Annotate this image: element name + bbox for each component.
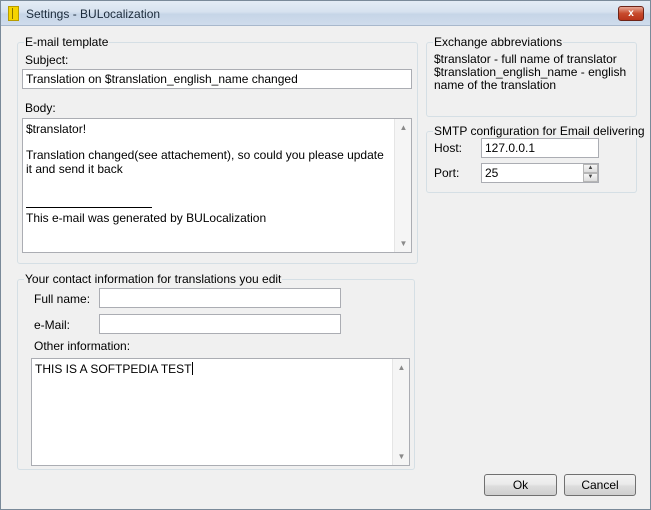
close-button[interactable]: x: [618, 6, 644, 21]
other-info-textarea[interactable]: THIS IS A SOFTPEDIA TEST ▲ ▼: [31, 358, 410, 466]
body-line-1: $translator!: [26, 122, 87, 136]
host-label: Host:: [434, 141, 463, 155]
port-spinner-buttons: ▲ ▼: [583, 164, 598, 182]
settings-window: Settings - BULocalization x E-mail templ…: [0, 0, 651, 510]
body-footer: This e-mail was generated by BULocalizat…: [26, 211, 267, 225]
scroll-down-arrow-icon[interactable]: ▼: [393, 448, 410, 465]
full-name-label: Full name:: [34, 292, 91, 306]
full-name-input[interactable]: [99, 288, 341, 308]
email-input[interactable]: [99, 314, 341, 334]
port-label: Port:: [434, 166, 460, 180]
body-label: Body:: [25, 101, 56, 115]
ok-button[interactable]: Ok: [484, 474, 557, 496]
scroll-down-arrow-icon[interactable]: ▼: [395, 235, 412, 252]
cancel-button[interactable]: Cancel: [564, 474, 636, 496]
contact-group-label: Your contact information for translation…: [24, 272, 283, 286]
subject-input[interactable]: Translation on $translation_english_name…: [22, 69, 412, 89]
host-input[interactable]: 127.0.0.1: [481, 138, 599, 158]
body-line-2: Translation changed(see attachement), so…: [26, 148, 388, 176]
email-label: e-Mail:: [34, 318, 71, 332]
app-icon: [8, 6, 19, 21]
subject-label: Subject:: [25, 53, 69, 67]
email-template-group-label: E-mail template: [24, 35, 110, 49]
other-info-label: Other information:: [34, 339, 131, 353]
body-separator: [26, 207, 152, 208]
scroll-up-arrow-icon[interactable]: ▲: [393, 359, 410, 376]
scroll-up-arrow-icon[interactable]: ▲: [395, 119, 412, 136]
body-textarea[interactable]: $translator! Translation changed(see att…: [22, 118, 412, 253]
port-spinner[interactable]: 25 ▲ ▼: [481, 163, 599, 183]
title-bar[interactable]: Settings - BULocalization x: [1, 1, 650, 26]
port-value: 25: [485, 166, 499, 180]
smtp-group-label: SMTP configuration for Email delivering: [433, 124, 646, 138]
exchange-abbreviations-text: $translator - full name of translator $t…: [434, 52, 627, 92]
spin-up-icon[interactable]: ▲: [583, 164, 598, 173]
spin-down-icon[interactable]: ▼: [583, 173, 598, 182]
window-title: Settings - BULocalization: [26, 7, 161, 21]
exchange-group-label: Exchange abbreviations: [433, 35, 564, 49]
other-info-text: THIS IS A SOFTPEDIA TEST: [35, 362, 193, 376]
other-info-scrollbar[interactable]: ▲ ▼: [392, 359, 409, 465]
body-scrollbar[interactable]: ▲ ▼: [394, 119, 411, 252]
